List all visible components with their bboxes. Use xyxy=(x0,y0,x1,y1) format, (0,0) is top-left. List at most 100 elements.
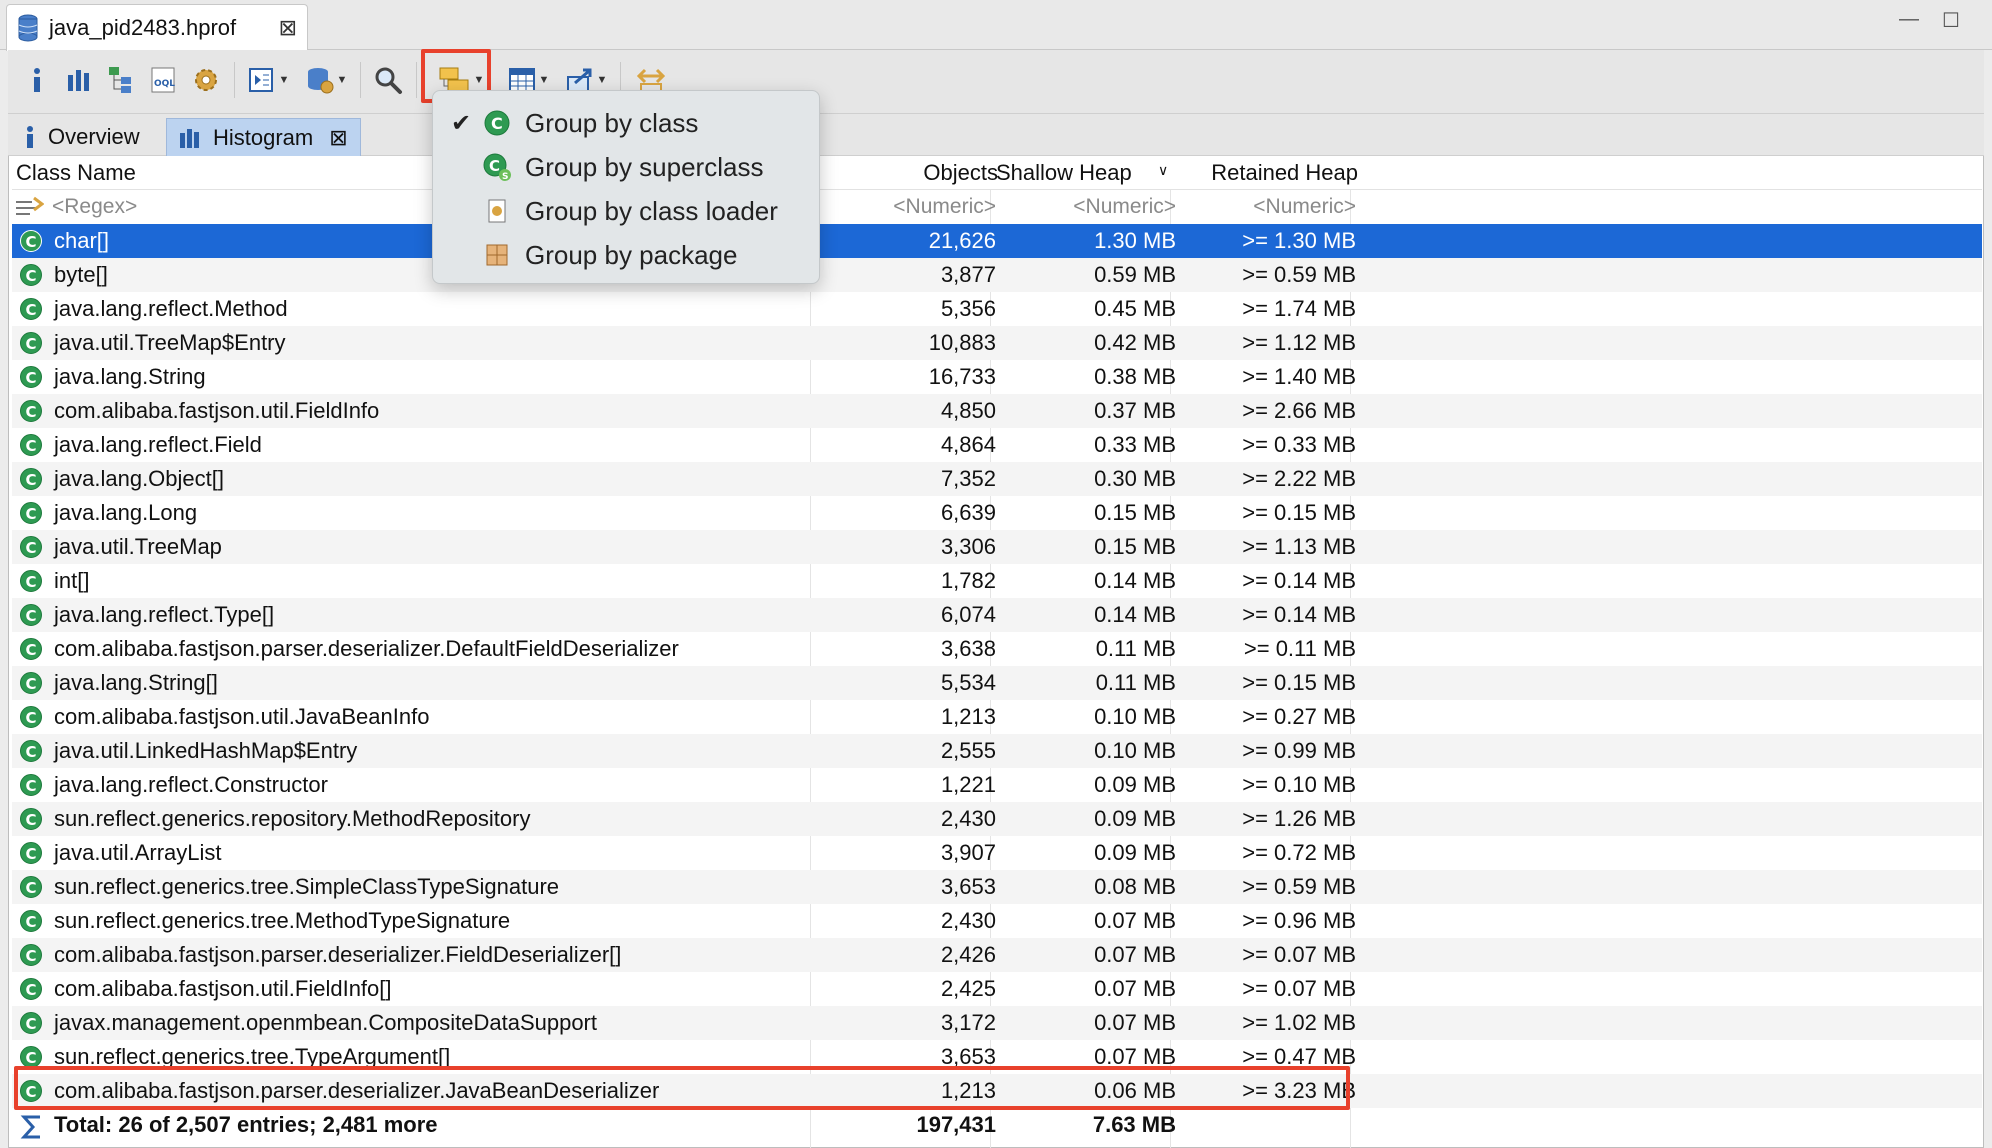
retained-filter-input[interactable]: <Numeric> xyxy=(1172,195,1356,219)
shallow-heap-cell: 0.11 MB xyxy=(1095,670,1176,695)
table-row[interactable]: Ccom.alibaba.fastjson.parser.deserialize… xyxy=(12,1074,1982,1108)
search-icon[interactable] xyxy=(370,58,406,102)
tab-histogram[interactable]: Histogram ⊠ xyxy=(166,118,361,156)
objects-cell: 21,626 xyxy=(928,228,996,253)
table-row[interactable]: Cjava.lang.Long 6,639 0.15 MB >= 0.15 MB xyxy=(12,496,1982,530)
close-icon[interactable]: ⊠ xyxy=(329,125,347,151)
run-report-icon[interactable]: ▼ xyxy=(244,58,292,102)
shallow-heap-cell: 0.07 MB xyxy=(1094,1010,1176,1035)
table-row[interactable]: Csun.reflect.generics.tree.TypeArgument[… xyxy=(12,1040,1982,1074)
retained-heap-cell: >= 1.02 MB xyxy=(1242,1010,1356,1035)
class-name-cell: java.lang.reflect.Field xyxy=(54,432,262,457)
class-name-cell: com.alibaba.fastjson.parser.deserializer… xyxy=(54,942,622,967)
table-row[interactable]: Cjava.util.ArrayList 3,907 0.09 MB >= 0.72 … xyxy=(12,836,1982,870)
objects-cell: 4,864 xyxy=(940,432,996,457)
objects-cell: 2,430 xyxy=(940,908,996,933)
table-row[interactable]: Cjava.util.LinkedHashMap$Entry 2,555 0.10 … xyxy=(12,734,1982,768)
superclass-icon: CS xyxy=(483,153,511,181)
class-name-cell: java.util.ArrayList xyxy=(54,840,222,865)
dominator-tree-icon[interactable] xyxy=(104,58,140,102)
class-loader-icon xyxy=(488,199,506,223)
regex-filter-input[interactable]: <Regex> xyxy=(52,195,137,219)
table-row[interactable]: Cjavax.management.openmbean.CompositeDat… xyxy=(12,1006,1982,1040)
filter-row: <Regex> <Numeric> <Numeric> <Numeric> xyxy=(12,190,1982,224)
table-row[interactable]: Ccom.alibaba.fastjson.util.FieldInfo 4,85… xyxy=(12,394,1982,428)
menu-item-group-by-class[interactable]: ✔ C Group by class xyxy=(433,101,819,145)
svg-text:C: C xyxy=(489,157,500,175)
table-row[interactable]: Cjava.lang.Object[] 7,352 0.30 MB >= 2.22 M… xyxy=(12,462,1982,496)
retained-heap-cell: >= 0.33 MB xyxy=(1242,432,1356,457)
retained-heap-cell: >= 0.72 MB xyxy=(1242,840,1356,865)
tab-overview[interactable]: Overview xyxy=(12,118,152,156)
objects-cell: 3,877 xyxy=(940,262,996,287)
objects-cell: 3,638 xyxy=(940,636,996,661)
objects-cell: 7,352 xyxy=(940,466,996,491)
oql-icon[interactable]: OQL xyxy=(146,58,182,102)
table-row[interactable]: Ccom.alibaba.fastjson.util.JavaBeanInfo 1… xyxy=(12,700,1982,734)
table-row[interactable]: Ccom.alibaba.fastjson.parser.deserialize… xyxy=(12,632,1982,666)
retained-heap-cell: >= 1.12 MB xyxy=(1242,330,1356,355)
class-name-cell: javax.management.openmbean.CompositeData… xyxy=(54,1010,597,1035)
class-icon: C xyxy=(20,1012,42,1034)
table-row[interactable]: Cjava.lang.reflect.Method 5,356 0.45 MB >= … xyxy=(12,292,1982,326)
class-name-cell: sun.reflect.generics.tree.SimpleClassTyp… xyxy=(54,874,560,899)
shallow-heap-cell: 0.42 MB xyxy=(1094,330,1176,355)
query-browser-icon[interactable]: ▼ xyxy=(302,58,350,102)
sum-icon xyxy=(20,1115,40,1139)
table-row[interactable]: Cchar[] 21,626 1.30 MB >= 1.30 MB xyxy=(12,224,1982,258)
header-objects[interactable]: Objects xyxy=(810,160,998,186)
histogram-icon[interactable] xyxy=(62,58,96,102)
table-row[interactable]: Cjava.util.TreeMap 3,306 0.15 MB >= 1.13 MB xyxy=(12,530,1982,564)
shallow-heap-cell: 0.09 MB xyxy=(1094,772,1176,797)
menu-item-group-by-class-loader[interactable]: Group by class loader xyxy=(433,189,819,233)
info-icon xyxy=(27,126,33,148)
info-icon[interactable] xyxy=(22,58,52,102)
close-icon[interactable]: ⊠ xyxy=(279,15,297,41)
table-row[interactable]: Csun.reflect.generics.repository.MethodR… xyxy=(12,802,1982,836)
table-row[interactable]: Csun.reflect.generics.tree.MethodTypeSig… xyxy=(12,904,1982,938)
table-row[interactable]: Ccom.alibaba.fastjson.parser.deserialize… xyxy=(12,938,1982,972)
shallow-heap-cell: 0.33 MB xyxy=(1094,432,1176,457)
menu-item-label: Group by class loader xyxy=(525,195,778,226)
objects-cell: 3,907 xyxy=(940,840,996,865)
class-name-cell: sun.reflect.generics.repository.MethodRe… xyxy=(54,806,531,831)
class-icon: C xyxy=(20,502,42,524)
table-row[interactable]: Cjava.lang.reflect.Constructor 1,221 0.09 … xyxy=(12,768,1982,802)
package-icon xyxy=(486,244,508,266)
header-shallow-heap[interactable]: Shallow Heap xyxy=(996,160,1166,186)
menu-item-group-by-package[interactable]: Group by package xyxy=(433,233,819,277)
class-name-cell: java.lang.reflect.Method xyxy=(54,296,288,321)
retained-heap-cell: >= 1.40 MB xyxy=(1242,364,1356,389)
retained-heap-cell: >= 0.59 MB xyxy=(1242,874,1356,899)
shallow-heap-cell: 0.45 MB xyxy=(1094,296,1176,321)
shallow-heap-cell: 0.38 MB xyxy=(1094,364,1176,389)
table-row[interactable]: Cbyte[] 3,877 0.59 MB >= 0.59 MB xyxy=(12,258,1982,292)
table-row[interactable]: Cint[] 1,782 0.14 MB >= 0.14 MB xyxy=(12,564,1982,598)
toolbar-separator xyxy=(416,62,417,98)
retained-heap-cell: >= 1.13 MB xyxy=(1242,534,1356,559)
shallow-filter-input[interactable]: <Numeric> xyxy=(992,195,1176,219)
table-row[interactable]: Cjava.lang.String 16,733 0.38 MB >= 1.40 MB xyxy=(12,360,1982,394)
editor-tab-hprof[interactable]: java_pid2483.hprof ⊠ xyxy=(6,4,308,51)
minimize-icon[interactable]: — xyxy=(1896,8,1922,32)
table-row[interactable]: Cjava.lang.reflect.Type[] 6,074 0.14 MB >= … xyxy=(12,598,1982,632)
shallow-heap-cell: 0.09 MB xyxy=(1094,806,1176,831)
header-class-name[interactable]: Class Name xyxy=(16,160,136,186)
retained-heap-cell: >= 0.47 MB xyxy=(1242,1044,1356,1069)
table-row[interactable]: Cjava.util.TreeMap$Entry 10,883 0.42 MB >= … xyxy=(12,326,1982,360)
checkmark-icon: ✔ xyxy=(451,109,472,137)
class-name-cell: java.lang.Object[] xyxy=(54,466,224,491)
class-icon: C xyxy=(20,468,42,490)
toolbar-separator xyxy=(360,62,361,98)
class-icon: C xyxy=(20,264,42,286)
table-row[interactable]: Cjava.lang.String[] 5,534 0.11 MB >= 0.15 M… xyxy=(12,666,1982,700)
table-row[interactable]: Ccom.alibaba.fastjson.util.FieldInfo[] 2,… xyxy=(12,972,1982,1006)
header-retained-heap[interactable]: Retained Heap xyxy=(1172,160,1358,186)
table-row[interactable]: Cjava.lang.reflect.Field 4,864 0.33 MB >= 0… xyxy=(12,428,1982,462)
maximize-icon[interactable]: ☐ xyxy=(1938,8,1964,32)
table-row[interactable]: Csun.reflect.generics.tree.SimpleClassTy… xyxy=(12,870,1982,904)
menu-item-group-by-superclass[interactable]: CS Group by superclass xyxy=(433,145,819,189)
class-name-cell: int[] xyxy=(54,568,90,593)
objects-filter-input[interactable]: <Numeric> xyxy=(812,195,996,219)
gear-icon[interactable] xyxy=(188,58,224,102)
